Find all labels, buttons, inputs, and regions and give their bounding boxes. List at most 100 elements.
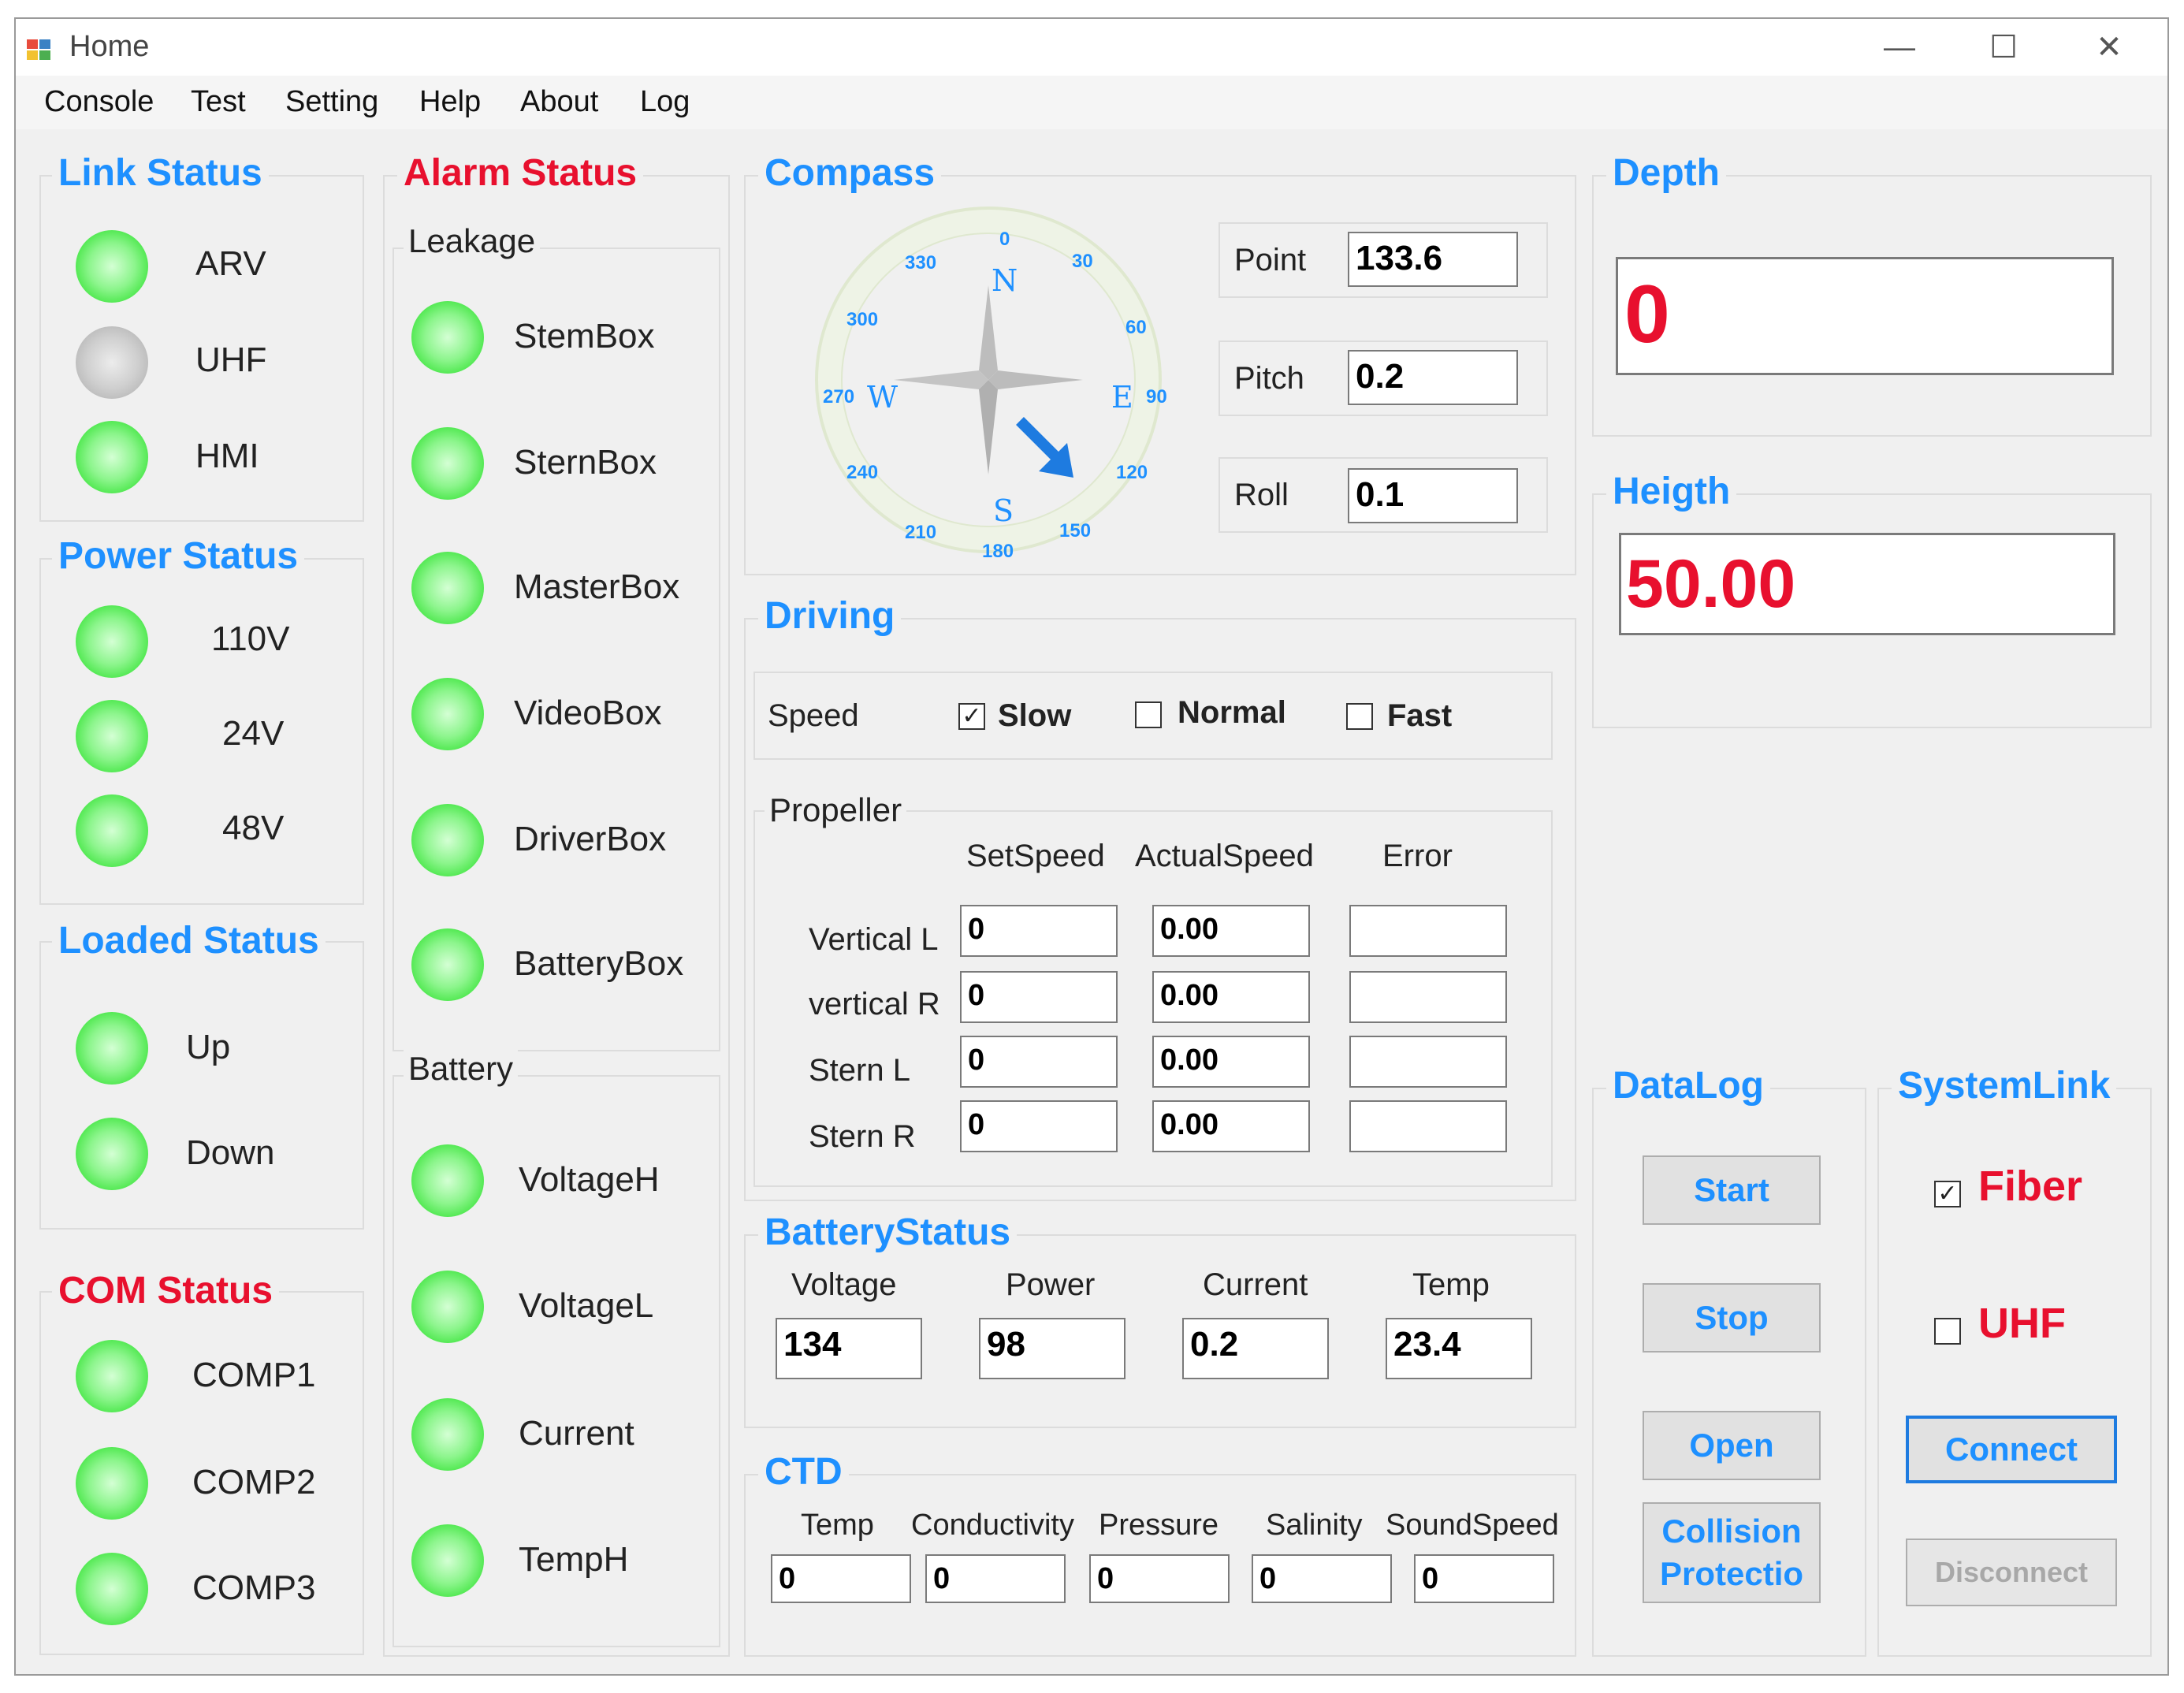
close-icon[interactable]: ✕	[2062, 24, 2156, 71]
ctd-temp-field[interactable]: 0	[771, 1554, 911, 1603]
menu-log[interactable]: Log	[640, 85, 690, 119]
minimize-icon[interactable]: —	[1852, 24, 1947, 71]
loaded-status-title: Loaded Status	[52, 919, 326, 962]
vertical-l-actual-field[interactable]: 0.00	[1152, 905, 1310, 957]
setspeed-header: SetSpeed	[966, 839, 1105, 873]
vertical-r-set-field[interactable]: 0	[960, 971, 1118, 1023]
collision-line2: Protectio	[1659, 1555, 1804, 1592]
battery-temp-field[interactable]: 23.4	[1386, 1318, 1532, 1379]
24v-label: 24V	[222, 714, 285, 753]
fiber-checkbox[interactable]: ✓	[1934, 1181, 1961, 1207]
ctd-title: CTD	[758, 1450, 849, 1494]
menu-help[interactable]: Help	[419, 85, 481, 119]
stern-l-error-field[interactable]	[1349, 1036, 1507, 1088]
title-bar: Home — ☐ ✕	[16, 19, 2167, 76]
compass-tick-120: 120	[1116, 462, 1148, 483]
down-led	[76, 1118, 148, 1190]
alarm-status-title: Alarm Status	[397, 151, 644, 195]
comp2-led	[76, 1447, 148, 1520]
slow-checkbox[interactable]: ✓	[958, 703, 985, 730]
stern-r-error-field[interactable]	[1349, 1100, 1507, 1152]
battery-status-title: BatteryStatus	[758, 1211, 1018, 1254]
videobox-led	[411, 678, 484, 750]
battery-current-field[interactable]: 0.2	[1182, 1318, 1329, 1379]
actualspeed-header: ActualSpeed	[1135, 839, 1314, 873]
fast-checkbox[interactable]	[1346, 703, 1373, 730]
normal-checkbox[interactable]	[1135, 701, 1162, 728]
error-header: Error	[1382, 839, 1453, 873]
battery-voltage-field[interactable]: 134	[776, 1318, 922, 1379]
systemlink-title: SystemLink	[1892, 1064, 2117, 1107]
down-label: Down	[186, 1133, 275, 1172]
stern-r-actual-field[interactable]: 0.00	[1152, 1100, 1310, 1152]
loaded-status-group	[39, 941, 364, 1230]
ctd-salinity-field[interactable]: 0	[1252, 1554, 1392, 1603]
connect-button[interactable]: Connect	[1906, 1416, 2117, 1483]
pitch-field[interactable]: 0.2	[1348, 350, 1518, 405]
slow-label: Slow	[998, 698, 1072, 733]
compass-east: E	[1111, 380, 1133, 415]
vertical-l-set-field[interactable]: 0	[960, 905, 1118, 957]
compass-tick-150: 150	[1059, 520, 1092, 541]
ctd-salinity-label: Salinity	[1266, 1509, 1363, 1542]
compass-tick-180: 180	[982, 541, 1014, 562]
compass-tick-240: 240	[846, 462, 879, 483]
ctd-pressure-label: Pressure	[1099, 1509, 1219, 1542]
up-led	[76, 1012, 148, 1085]
battery-power-field[interactable]: 98	[979, 1318, 1125, 1379]
fiber-label: Fiber	[1978, 1163, 2083, 1210]
com-status-title: COM Status	[52, 1269, 280, 1312]
driverbox-led	[411, 804, 484, 876]
48v-led	[76, 794, 148, 867]
point-field[interactable]: 133.6	[1348, 232, 1518, 287]
stop-button[interactable]: Stop	[1643, 1283, 1821, 1353]
driverbox-label: DriverBox	[514, 820, 667, 858]
ctd-conductivity-field[interactable]: 0	[925, 1554, 1066, 1603]
hmi-led	[76, 421, 148, 493]
vertical-l-error-field[interactable]	[1349, 905, 1507, 957]
uhf-checkbox[interactable]	[1934, 1318, 1961, 1345]
menu-test[interactable]: Test	[191, 85, 246, 119]
ctd-soundspeed-field[interactable]: 0	[1414, 1554, 1554, 1603]
stern-r-set-field[interactable]: 0	[960, 1100, 1118, 1152]
menu-console[interactable]: Console	[44, 85, 154, 119]
comp3-led	[76, 1553, 148, 1625]
up-label: Up	[186, 1028, 231, 1066]
roll-label: Roll	[1234, 478, 1289, 512]
voltageh-led	[411, 1144, 484, 1217]
roll-field[interactable]: 0.1	[1348, 468, 1518, 523]
compass-south: S	[993, 493, 1014, 528]
stembox-led	[411, 301, 484, 374]
vertical-r-error-field[interactable]	[1349, 971, 1507, 1023]
compass-tick-270: 270	[823, 386, 855, 407]
open-button[interactable]: Open	[1643, 1411, 1821, 1480]
propeller-row-label: Stern L	[809, 1053, 910, 1088]
sternbox-led	[411, 427, 484, 500]
propeller-row-label: Stern R	[809, 1119, 916, 1154]
stembox-label: StemBox	[514, 317, 655, 355]
comp1-led	[76, 1340, 148, 1412]
stern-l-actual-field[interactable]: 0.00	[1152, 1036, 1310, 1088]
compass-north: N	[992, 263, 1018, 298]
start-button[interactable]: Start	[1643, 1155, 1821, 1225]
menu-about[interactable]: About	[520, 85, 598, 119]
vertical-r-actual-field[interactable]: 0.00	[1152, 971, 1310, 1023]
hmi-label: HMI	[195, 437, 259, 475]
battery-current-label: Current	[1203, 1267, 1308, 1302]
point-label: Point	[1234, 243, 1307, 277]
compass-title: Compass	[758, 151, 942, 195]
disconnect-button[interactable]: Disconnect	[1906, 1539, 2117, 1606]
videobox-label: VideoBox	[514, 694, 662, 732]
menu-setting[interactable]: Setting	[285, 85, 378, 119]
ctd-soundspeed-label: SoundSpeed	[1386, 1509, 1559, 1542]
compass-tick-0: 0	[999, 229, 1010, 250]
temph-label: TempH	[519, 1540, 629, 1579]
sternbox-label: SternBox	[514, 443, 657, 482]
stern-l-set-field[interactable]: 0	[960, 1036, 1118, 1088]
ctd-pressure-field[interactable]: 0	[1089, 1554, 1230, 1603]
propeller-row-label: Vertical L	[809, 922, 939, 957]
collision-protection-button[interactable]: Collision Protectio	[1643, 1502, 1821, 1603]
ctd-temp-label: Temp	[801, 1509, 874, 1542]
fast-label: Fast	[1387, 698, 1453, 733]
maximize-icon[interactable]: ☐	[1956, 24, 2051, 71]
